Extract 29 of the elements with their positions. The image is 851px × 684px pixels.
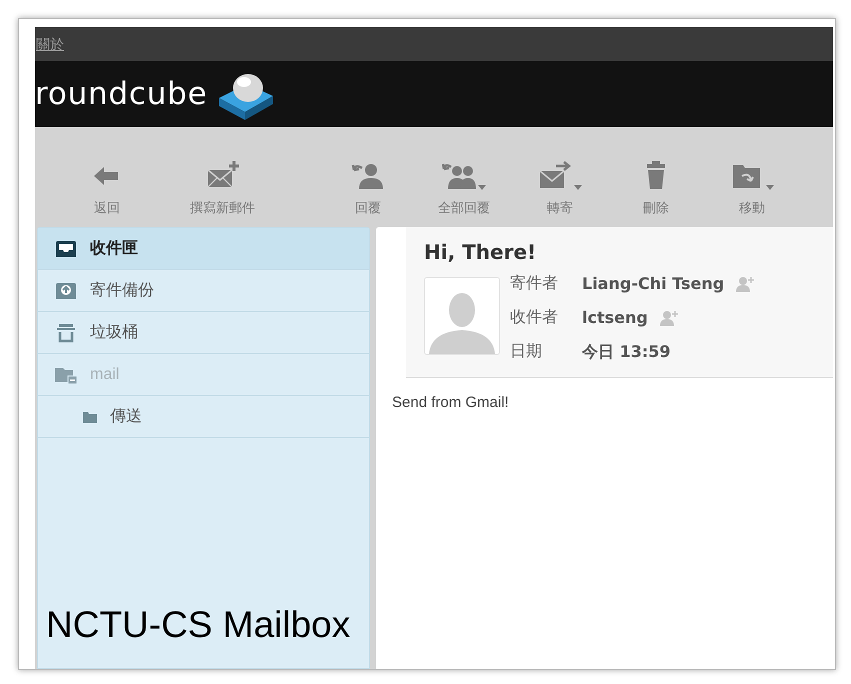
header-value: Liang-Chi Tseng (582, 273, 724, 295)
folder-item[interactable]: 收件匣 (38, 228, 369, 270)
envelope-arrow-icon (538, 160, 572, 190)
toolbar-button[interactable]: 全部回覆 (416, 160, 512, 217)
header-value: lctseng (582, 307, 648, 329)
toolbar-button[interactable]: 移動 (704, 160, 800, 217)
header-value: 今日 13:59 (582, 341, 670, 363)
caret-icon (766, 184, 774, 190)
about-link[interactable]: 關於 (36, 34, 64, 54)
caption: NCTU-CS Mailbox (46, 606, 350, 643)
envelope-plus-icon (206, 160, 240, 190)
add-contact-icon[interactable] (660, 310, 678, 326)
inbox-icon (54, 238, 78, 258)
header-label: 寄件者 (510, 274, 559, 294)
logo-text: roundcube (35, 74, 208, 114)
add-contact-icon[interactable] (736, 276, 754, 292)
trash-icon (54, 322, 78, 342)
header-label: 收件者 (510, 308, 559, 328)
toolbar-button[interactable]: 回覆 (320, 160, 416, 217)
toolbar-button[interactable]: 刪除 (608, 160, 704, 217)
message-body: Send from Gmail! (391, 393, 510, 413)
message-subject: Hi, There! (424, 239, 538, 265)
toolbar-button[interactable]: 返回 (59, 160, 155, 217)
caret-icon (574, 184, 582, 190)
header-label: 日期 (510, 342, 543, 362)
toolbar-button[interactable]: 轉寄 (512, 160, 608, 217)
caret-icon (478, 184, 486, 190)
toolbar-button[interactable]: 撰寫新郵件 (155, 160, 290, 217)
folder-icon (82, 410, 98, 424)
